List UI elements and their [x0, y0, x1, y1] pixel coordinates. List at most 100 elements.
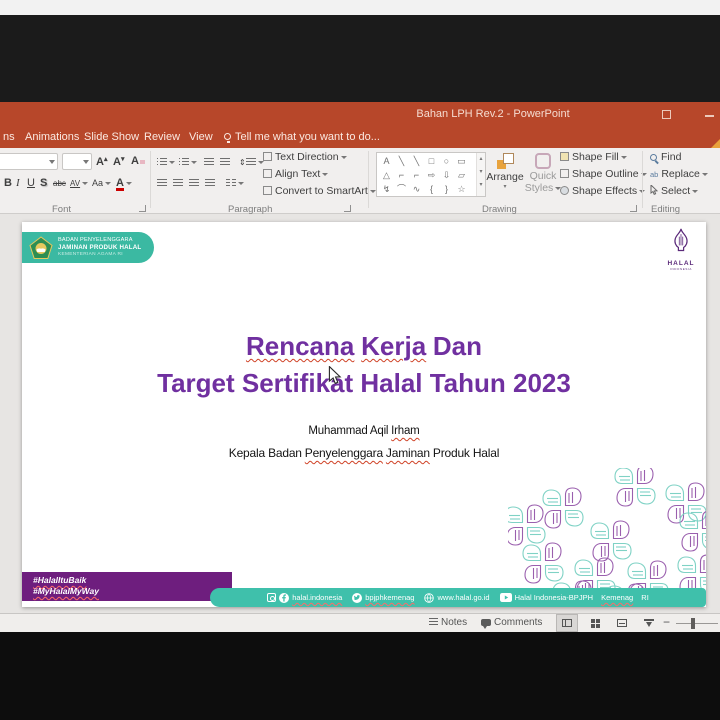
chevron-down-icon	[702, 173, 708, 176]
normal-view-button[interactable]	[556, 614, 578, 632]
shape-icon[interactable]: ⌐	[394, 168, 409, 182]
shape-icon[interactable]: A	[379, 154, 394, 168]
font-color-button[interactable]: A	[116, 177, 132, 191]
font-dialog-launcher-icon[interactable]	[139, 205, 146, 212]
notes-button[interactable]: Notes	[429, 617, 467, 628]
slide-canvas[interactable]: BADAN PENYELENGGARA JAMINAN PRODUK HALAL…	[22, 222, 706, 607]
shrink-font-button[interactable]: A▾	[113, 155, 124, 168]
convert-smartart-button[interactable]: Convert to SmartArt	[263, 185, 376, 197]
align-left-icon	[157, 179, 167, 188]
grow-font-button[interactable]: A▴	[96, 155, 107, 168]
shape-effects-button[interactable]: Shape Effects	[560, 185, 645, 197]
slideshow-icon	[644, 619, 654, 627]
italic-button[interactable]: I	[16, 177, 20, 189]
shape-icon[interactable]: ↯	[379, 182, 394, 196]
minimize-window-icon[interactable]	[705, 115, 714, 117]
change-case-button[interactable]: Aa	[92, 178, 111, 188]
shape-icon[interactable]: ⌒	[394, 182, 409, 196]
shape-fill-button[interactable]: Shape Fill	[560, 151, 627, 163]
chevron-down-icon[interactable]	[49, 160, 55, 164]
zoom-slider-track[interactable]	[676, 623, 718, 624]
shape-icon[interactable]: ∿	[409, 182, 424, 196]
tell-me-box[interactable]: Tell me what you want to do...	[224, 131, 380, 143]
underline-button[interactable]: U	[27, 177, 35, 189]
select-button[interactable]: Select	[650, 185, 698, 197]
font-name-combobox[interactable]	[0, 153, 58, 170]
halal-indonesia-logo[interactable]: HALAL INDONESIA	[660, 228, 702, 271]
group-separator	[150, 151, 151, 208]
social-footer-bar[interactable]: halal.indonesia bpjphkemenag www.halal.g…	[210, 588, 706, 607]
shape-icon[interactable]: ▭	[454, 154, 469, 168]
align-left-button[interactable]	[157, 177, 167, 189]
slideshow-view-button[interactable]	[638, 614, 660, 632]
tab-animations[interactable]: Animations	[25, 131, 79, 143]
align-center-button[interactable]	[173, 177, 183, 189]
replace-button[interactable]: abReplace	[650, 168, 708, 180]
badge-line3: KEMENTERIAN AGAMA RI	[58, 252, 141, 258]
comments-button[interactable]: Comments	[481, 617, 542, 628]
halal-logo-title: HALAL	[660, 260, 702, 267]
tab-slide-show[interactable]: Slide Show	[84, 131, 139, 143]
youtube-icon	[500, 593, 512, 602]
clear-formatting-button[interactable]: A	[131, 155, 145, 167]
shape-icon[interactable]: ▱	[454, 168, 469, 182]
shapes-gallery[interactable]: A╲╲□○▭△⌐⌐⇨⇩▱↯⌒∿{}☆▴▾▾	[376, 152, 486, 197]
hashtag-banner[interactable]: #HalalItuBaik #MyHalalMyWay	[22, 572, 232, 601]
align-right-button[interactable]	[189, 177, 199, 189]
bullets-button[interactable]	[157, 156, 175, 168]
captured-screen: Bahan LPH Rev.2 - PowerPoint ns Animatio…	[0, 0, 720, 720]
numbering-button[interactable]	[179, 156, 197, 168]
strikethrough-button[interactable]: abc	[53, 179, 66, 188]
halal-logo-subtitle: INDONESIA	[660, 267, 702, 271]
line-spacing-icon	[246, 158, 256, 167]
increase-indent-button[interactable]	[220, 156, 230, 168]
chevron-down-icon[interactable]	[83, 160, 89, 164]
comments-icon	[481, 619, 491, 626]
justify-button[interactable]	[205, 177, 215, 189]
shape-outline-button[interactable]: Shape Outline	[560, 168, 647, 180]
tab-view[interactable]: View	[189, 131, 213, 143]
shape-icon[interactable]: △	[379, 168, 394, 182]
drawing-dialog-launcher-icon[interactable]	[630, 205, 637, 212]
columns-button[interactable]	[226, 177, 244, 189]
shape-icon[interactable]: ⌐	[409, 168, 424, 182]
shapes-gallery-scrollbar[interactable]: ▴▾▾	[476, 153, 485, 196]
quick-styles-button[interactable]: Quick Styles	[524, 151, 562, 194]
slide-sorter-view-button[interactable]	[584, 614, 606, 632]
reading-view-button[interactable]	[611, 614, 633, 632]
shape-icon[interactable]: ⇨	[424, 168, 439, 182]
align-text-button[interactable]: Align Text	[263, 168, 328, 180]
shape-icon[interactable]: ╲	[409, 154, 424, 168]
zoom-out-button[interactable]: −	[663, 615, 670, 629]
website-url: www.halal.go.id	[424, 593, 489, 603]
mouse-cursor-icon	[328, 366, 342, 385]
zoom-slider-handle[interactable]	[691, 618, 695, 629]
restore-window-icon[interactable]	[662, 110, 671, 119]
decrease-indent-button[interactable]	[204, 156, 214, 168]
bpjph-badge[interactable]: BADAN PENYELENGGARA JAMINAN PRODUK HALAL…	[22, 232, 154, 263]
find-button[interactable]: Find	[650, 151, 681, 163]
shape-icon[interactable]: ☆	[454, 182, 469, 196]
facebook-icon	[279, 593, 289, 603]
shape-icon[interactable]: ⇩	[439, 168, 454, 182]
arrange-button[interactable]: Arrange ▾	[486, 151, 524, 190]
font-size-combobox[interactable]	[62, 153, 92, 170]
chevron-down-icon	[105, 182, 111, 185]
shape-icon[interactable]: }	[439, 182, 454, 196]
slide-title[interactable]: RencanaKerjaDan Target Sertifikat Halal …	[22, 328, 706, 402]
tab-transitions-partial[interactable]: ns	[3, 131, 15, 143]
shape-icon[interactable]: ○	[439, 154, 454, 168]
shape-icon[interactable]: □	[424, 154, 439, 168]
slide-subtitle-role[interactable]: Kepala BadanPenyelenggaraJaminanProduk H…	[22, 446, 706, 460]
character-spacing-button[interactable]: AV	[70, 179, 88, 188]
paragraph-dialog-launcher-icon[interactable]	[344, 205, 351, 212]
slide-subtitle-name[interactable]: Muhammad AqilIrham	[22, 425, 706, 437]
line-spacing-button[interactable]: ⇕	[239, 156, 264, 168]
shape-icon[interactable]: ╲	[394, 154, 409, 168]
shape-outline-icon	[560, 169, 569, 178]
bold-button[interactable]: B	[4, 177, 12, 189]
text-direction-button[interactable]: Text Direction	[263, 151, 347, 163]
shape-icon[interactable]: {	[424, 182, 439, 196]
tab-review[interactable]: Review	[144, 131, 180, 143]
text-shadow-button[interactable]: S	[40, 177, 47, 189]
